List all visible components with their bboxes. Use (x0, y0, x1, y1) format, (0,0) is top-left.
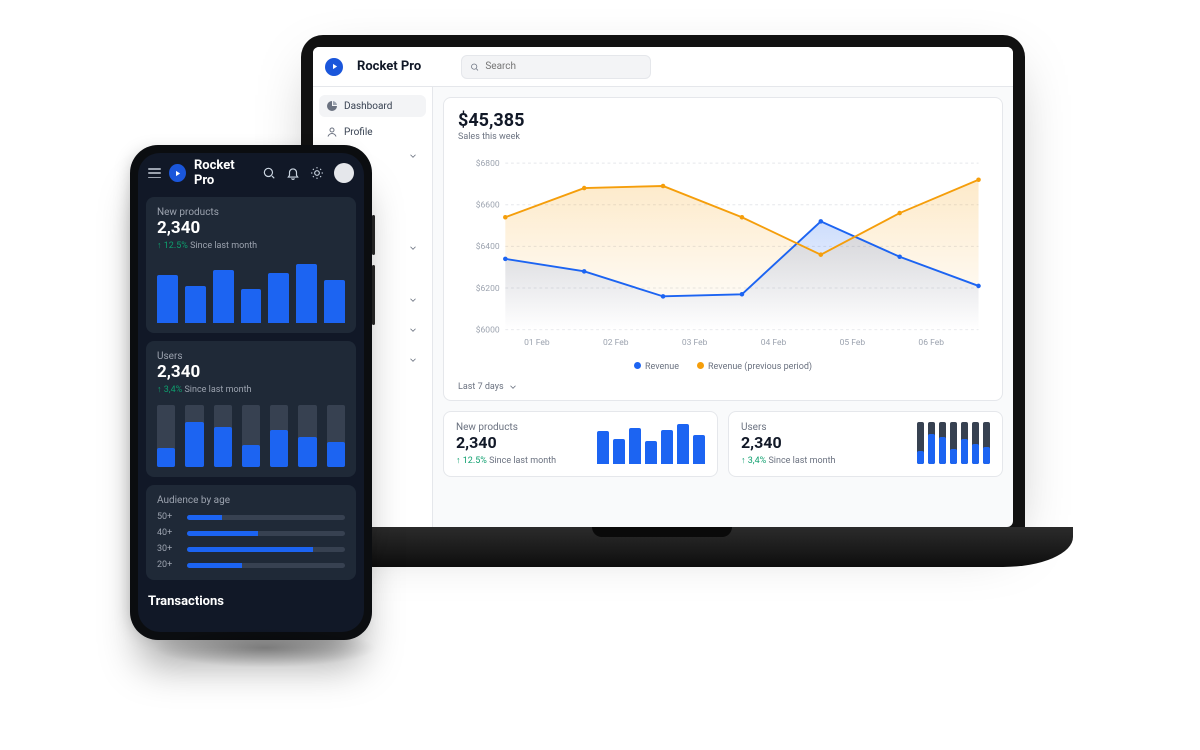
audience-by-age-card: Audience by age 50+ 40+ 30+ 20+ (146, 485, 356, 580)
laptop-screen: Rocket Pro Dashboard (313, 47, 1013, 527)
audience-bar-track (187, 547, 345, 552)
users-sparkbar (917, 422, 990, 464)
search-input[interactable] (461, 55, 651, 79)
phone-new-products-sparkbar (157, 261, 345, 323)
main-content: $45,385 Sales this week (433, 87, 1013, 527)
phone-body: New products 2,340 ↑ 12.5% Since last mo… (146, 197, 356, 624)
audience-row: 40+ (157, 528, 345, 538)
user-avatar[interactable] (334, 163, 354, 183)
dashboard-pie-icon (326, 100, 338, 112)
date-range-dropdown[interactable]: Last 7 days (458, 382, 988, 392)
stat-title: Audience by age (157, 495, 345, 506)
phone-users-sparkbar (157, 405, 345, 467)
chevron-down-icon (508, 382, 518, 392)
sidebar-item-label: Dashboard (344, 101, 392, 112)
bell-icon[interactable] (286, 166, 300, 180)
audience-label: 30+ (157, 544, 179, 554)
stats-row: New products 2,340 ↑ 12.5% Since last mo… (443, 411, 1003, 477)
stat-value: 2,340 (456, 433, 556, 452)
svg-text:$6400: $6400 (476, 241, 500, 252)
stat-trend: ↑ 12.5% Since last month (456, 455, 556, 466)
svg-text:$6000: $6000 (476, 325, 500, 336)
chart-legend: Revenue Revenue (previous period) (458, 362, 988, 372)
legend-prev: Revenue (previous period) (697, 362, 812, 372)
chevron-down-icon (408, 151, 418, 161)
stat-title: New products (456, 422, 556, 433)
stat-title: New products (157, 207, 345, 218)
laptop-bezel: Rocket Pro Dashboard (301, 35, 1025, 535)
stat-value: 2,340 (157, 218, 345, 238)
legend-revenue: Revenue (634, 362, 679, 372)
search-field[interactable] (485, 61, 642, 72)
stat-title: Users (157, 351, 345, 362)
svg-text:04 Feb: 04 Feb (761, 338, 787, 348)
svg-text:$6800: $6800 (476, 158, 500, 169)
svg-text:05 Feb: 05 Feb (840, 338, 866, 348)
stat-value: 2,340 (741, 433, 835, 452)
brand-logo-icon (325, 58, 343, 76)
svg-text:$6600: $6600 (476, 200, 500, 211)
audience-row: 30+ (157, 544, 345, 554)
audience-row: 20+ (157, 560, 345, 570)
sun-icon[interactable] (310, 166, 324, 180)
phone-mockup: Rocket Pro New products 2,340 ↑ 12.5% Si… (130, 145, 372, 640)
users-card: Users 2,340 ↑ 3,4% Since last month (728, 411, 1003, 477)
phone-header: Rocket Pro (138, 153, 364, 193)
audience-bar-fill (187, 515, 222, 520)
arrow-up-icon: ↑ (456, 456, 461, 466)
stat-trend: ↑ 3,4% Since last month (741, 455, 835, 466)
audience-rows: 50+ 40+ 30+ 20+ (157, 512, 345, 570)
arrow-up-icon: ↑ (157, 241, 162, 251)
app-header: Rocket Pro (313, 47, 1013, 87)
svg-text:03 Feb: 03 Feb (682, 338, 708, 348)
chevron-down-icon (408, 243, 418, 253)
phone-screen: Rocket Pro New products 2,340 ↑ 12.5% Si… (138, 153, 364, 632)
laptop-notch (592, 527, 732, 537)
search-icon (470, 62, 479, 72)
stat-trend: ↑ 3,4% Since last month (157, 384, 345, 395)
chevron-down-icon (408, 355, 418, 365)
audience-label: 40+ (157, 528, 179, 538)
audience-label: 50+ (157, 512, 179, 522)
new-products-card: New products 2,340 ↑ 12.5% Since last mo… (443, 411, 718, 477)
chevron-down-icon (408, 295, 418, 305)
hamburger-menu-icon[interactable] (148, 168, 161, 178)
sales-line-chart: $6000 $6200 $6400 $6600 $6800 01 Feb 02 Feb 03… (458, 148, 988, 358)
audience-bar-track (187, 515, 345, 520)
sidebar-item-profile[interactable]: Profile (319, 121, 426, 143)
brand-name: Rocket Pro (194, 158, 254, 188)
audience-label: 20+ (157, 560, 179, 570)
transactions-heading: Transactions (146, 588, 356, 615)
sales-value: $45,385 (458, 110, 988, 131)
arrow-up-icon: ↑ (157, 385, 162, 395)
stat-trend: ↑ 12.5% Since last month (157, 240, 345, 251)
audience-bar-fill (187, 531, 258, 536)
sidebar-item-label: Profile (344, 127, 373, 138)
search-icon[interactable] (262, 166, 276, 180)
svg-text:06 Feb: 06 Feb (918, 338, 944, 348)
user-icon (326, 126, 338, 138)
audience-bar-fill (187, 563, 242, 568)
svg-text:02 Feb: 02 Feb (603, 338, 629, 348)
sales-caption: Sales this week (458, 132, 988, 142)
svg-text:01 Feb: 01 Feb (524, 338, 550, 348)
audience-row: 50+ (157, 512, 345, 522)
new-products-sparkbar (597, 422, 705, 464)
sales-chart-card: $45,385 Sales this week (443, 97, 1003, 401)
audience-bar-track (187, 531, 345, 536)
stat-title: Users (741, 422, 835, 433)
svg-text:$6200: $6200 (476, 283, 500, 294)
brand-logo-icon (169, 164, 186, 182)
sidebar-item-dashboard[interactable]: Dashboard (319, 95, 426, 117)
laptop-mockup: Rocket Pro Dashboard (253, 35, 1071, 669)
audience-bar-track (187, 563, 345, 568)
phone-new-products-card: New products 2,340 ↑ 12.5% Since last mo… (146, 197, 356, 333)
date-range-label: Last 7 days (458, 382, 504, 392)
audience-bar-fill (187, 547, 313, 552)
stat-value: 2,340 (157, 362, 345, 382)
chevron-down-icon (408, 325, 418, 335)
brand-name: Rocket Pro (357, 59, 421, 74)
phone-users-card: Users 2,340 ↑ 3,4% Since last month (146, 341, 356, 477)
arrow-up-icon: ↑ (741, 456, 746, 466)
